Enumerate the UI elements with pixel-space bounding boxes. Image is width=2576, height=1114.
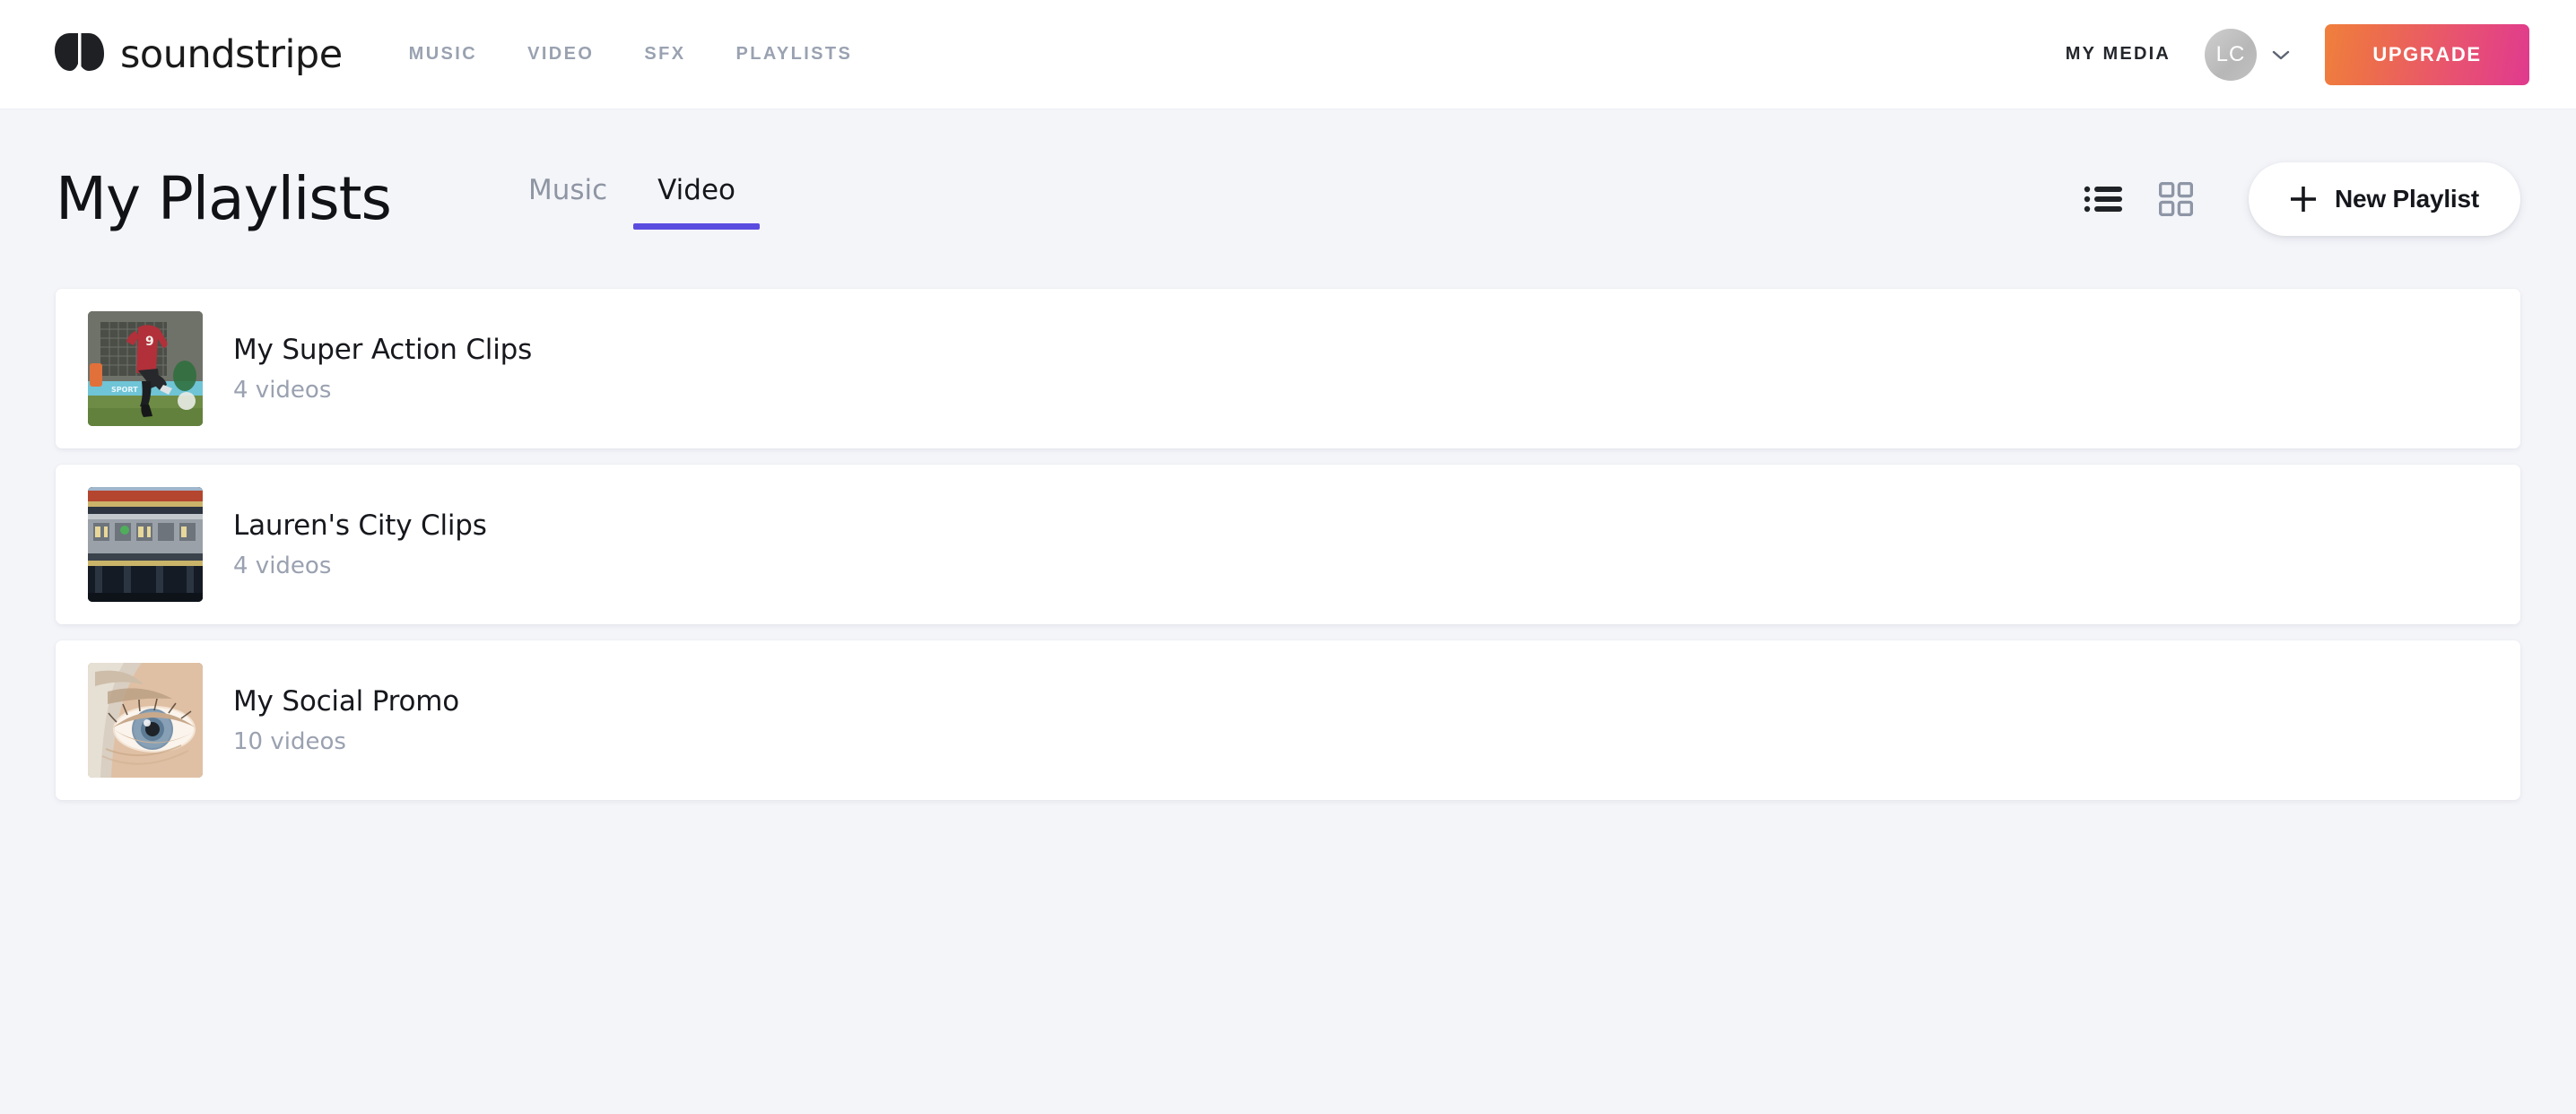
nav-item-sfx[interactable]: SFX xyxy=(644,44,685,65)
playlist-title: My Social Promo xyxy=(233,685,459,718)
page-toolbar: My Playlists Music Video xyxy=(56,109,2520,289)
avatar: LC xyxy=(2205,29,2257,81)
toolbar-actions: New Playlist xyxy=(2084,162,2520,236)
playlist-row-text: My Super Action Clips 4 videos xyxy=(233,334,532,404)
new-playlist-label: New Playlist xyxy=(2335,185,2479,213)
playlist-title: Lauren's City Clips xyxy=(233,509,487,542)
chevron-down-icon xyxy=(2271,48,2291,61)
tab-video[interactable]: Video xyxy=(632,174,761,230)
upgrade-button[interactable]: UPGRADE xyxy=(2325,24,2529,85)
header-actions: MY MEDIA LC UPGRADE xyxy=(2066,24,2529,85)
playlist-type-tabs: Music Video xyxy=(503,169,761,230)
nav-item-music[interactable]: MUSIC xyxy=(409,44,477,65)
page-content: My Playlists Music Video xyxy=(0,109,2576,800)
grid-view-icon[interactable] xyxy=(2159,182,2193,216)
closeup-eye-thumbnail-icon xyxy=(88,663,203,778)
new-playlist-button[interactable]: New Playlist xyxy=(2249,162,2520,236)
svg-text:9: 9 xyxy=(145,335,154,349)
playlist-row[interactable]: Lauren's City Clips 4 videos xyxy=(56,465,2520,624)
my-media-link[interactable]: MY MEDIA xyxy=(2066,44,2171,65)
subway-train-thumbnail-icon xyxy=(88,487,203,602)
playlist-row[interactable]: My Social Promo 10 videos xyxy=(56,640,2520,800)
brand-logo[interactable]: soundstripe xyxy=(52,31,343,77)
playlist-row-text: My Social Promo 10 videos xyxy=(233,685,459,755)
playlist-count: 4 videos xyxy=(233,553,487,579)
app-header: soundstripe MUSIC VIDEO SFX PLAYLISTS MY… xyxy=(0,0,2576,109)
soundstripe-logo-mark-icon xyxy=(52,31,108,77)
main-nav: MUSIC VIDEO SFX PLAYLISTS xyxy=(409,44,853,65)
account-menu[interactable]: LC xyxy=(2205,29,2291,81)
page-title: My Playlists xyxy=(56,170,391,229)
plus-icon xyxy=(2290,186,2317,213)
list-view-icon[interactable] xyxy=(2084,184,2123,214)
playlist-list: SPORT 9 xyxy=(56,289,2520,800)
playlist-row-text: Lauren's City Clips 4 videos xyxy=(233,509,487,579)
playlist-count: 4 videos xyxy=(233,377,532,404)
playlist-title: My Super Action Clips xyxy=(233,334,532,366)
soccer-player-thumbnail-icon: SPORT 9 xyxy=(88,311,203,426)
view-toggle xyxy=(2084,182,2193,216)
playlist-count: 10 videos xyxy=(233,728,459,755)
svg-text:SPORT: SPORT xyxy=(111,386,138,394)
nav-item-playlists[interactable]: PLAYLISTS xyxy=(735,44,852,65)
tab-music[interactable]: Music xyxy=(503,174,632,230)
brand-name: soundstripe xyxy=(120,32,343,77)
nav-item-video[interactable]: VIDEO xyxy=(527,44,594,65)
playlist-row[interactable]: SPORT 9 xyxy=(56,289,2520,448)
